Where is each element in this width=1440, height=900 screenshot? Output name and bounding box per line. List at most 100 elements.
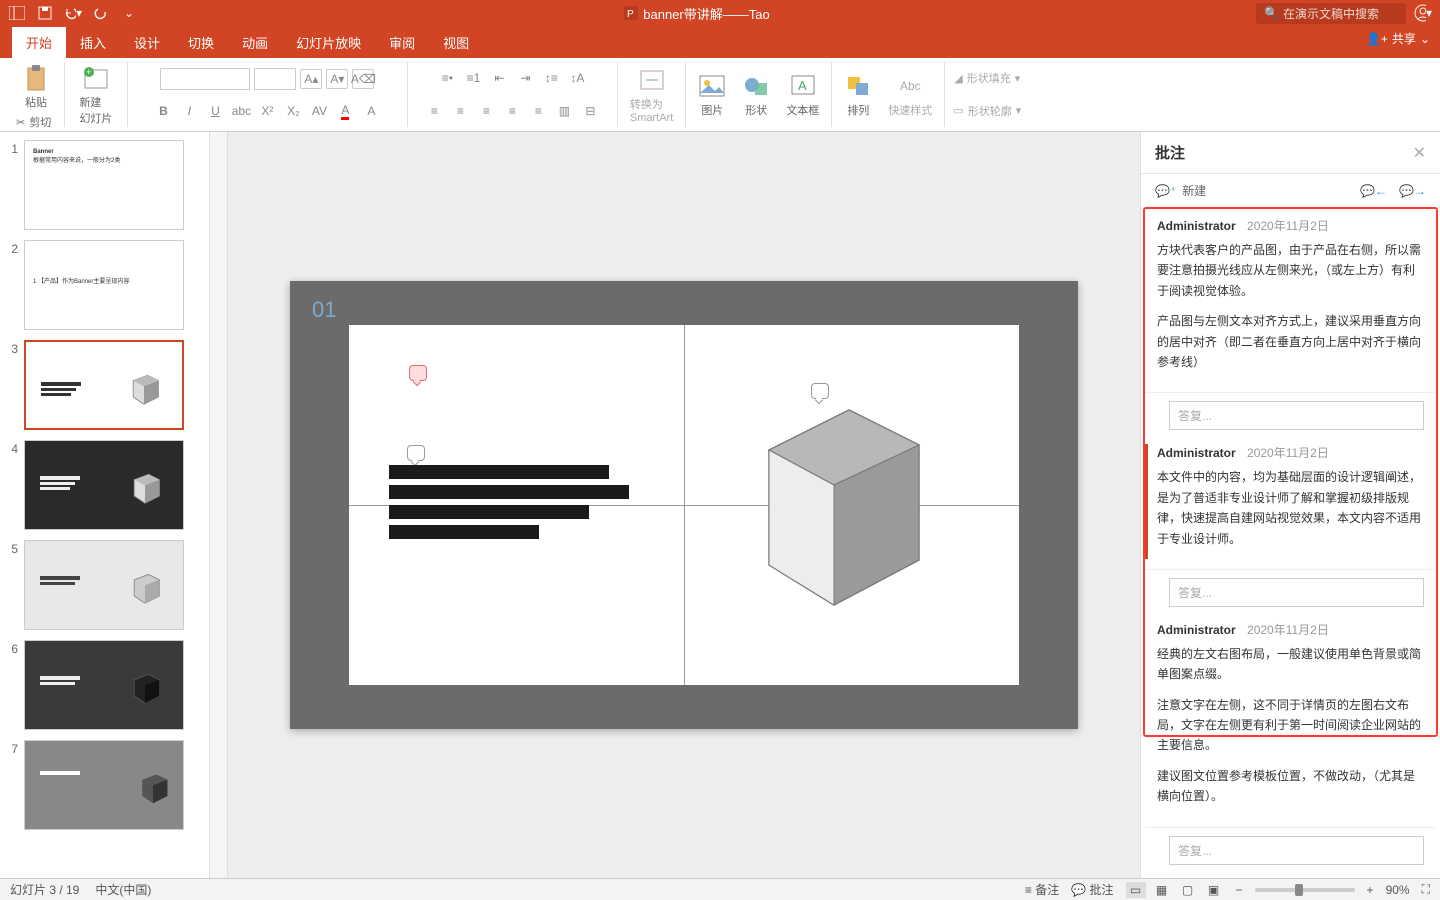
title-bar: ▾ ⌄ P banner带讲解——Tao 🔍 在演示文稿中搜索 ▾ [0,0,1440,26]
increase-indent-icon[interactable]: ⇥ [514,68,536,88]
fill-icon: ◢ [954,72,962,85]
thumbnail-2[interactable]: 21 【产品】作为Banner主要呈现内容 [4,240,205,330]
close-icon[interactable]: ✕ [1413,143,1426,163]
reply-input-2[interactable]: 答复... [1169,578,1424,607]
language-indicator[interactable]: 中文(中国) [95,881,151,898]
superscript-icon[interactable]: X² [256,101,278,121]
vertical-ruler [210,132,228,878]
picture-button[interactable]: 图片 [692,70,732,120]
tab-insert[interactable]: 插入 [66,27,120,58]
zoom-out-icon[interactable]: − [1236,883,1243,897]
slide-canvas[interactable]: 01 [228,132,1140,878]
current-slide: 01 [294,285,1074,725]
comments-toggle[interactable]: 💬 批注 [1071,881,1113,898]
user-profile-icon[interactable]: ▾ [1414,4,1432,22]
reply-input-3[interactable]: 答复... [1169,836,1424,865]
save-icon[interactable] [36,4,54,22]
slideshow-view-icon[interactable]: ▣ [1204,882,1224,898]
strikethrough-icon[interactable]: abc [230,101,252,121]
font-size-selector[interactable] [254,68,296,90]
align-left-icon[interactable]: ≡ [423,101,445,121]
clear-format-icon[interactable]: A⌫ [352,69,374,89]
cut-button[interactable]: ✂剪切 [14,112,58,132]
comment-marker-1[interactable] [409,365,427,381]
tab-transition[interactable]: 切换 [174,27,228,58]
new-slide-icon: + [82,64,110,92]
highlight-icon[interactable]: A [360,101,382,121]
align-center-icon[interactable]: ≡ [449,101,471,121]
thumbnail-4[interactable]: 4 [4,440,205,530]
zoom-in-icon[interactable]: + [1367,883,1374,897]
reply-input-1[interactable]: 答复... [1169,401,1424,430]
thumbnail-3[interactable]: 3 [4,340,205,430]
smartart-button[interactable]: 转换为 SmartArt [624,64,679,126]
reading-view-icon[interactable]: ▢ [1178,882,1198,898]
thumbnails-panel[interactable]: 1Banner根据常用内容来说，一般分为2类 21 【产品】作为Banner主要… [0,132,210,878]
font-family-selector[interactable] [160,68,250,90]
tab-design[interactable]: 设计 [120,27,174,58]
textbox-button[interactable]: A文本框 [780,70,825,120]
thumbnail-5[interactable]: 5 [4,540,205,630]
redo-icon[interactable] [92,4,110,22]
normal-view-icon[interactable]: ▭ [1126,882,1146,898]
fit-window-icon[interactable]: ⛶ [1422,882,1430,897]
tab-animation[interactable]: 动画 [228,27,282,58]
share-button[interactable]: 👤+ 共享 ⌄ [1366,30,1430,47]
sorter-view-icon[interactable]: ▦ [1152,882,1172,898]
subscript-icon[interactable]: X₂ [282,101,304,121]
comment-item-1[interactable]: Administrator 2020年11月2日 方块代表客户的产品图，由于产品… [1145,207,1436,393]
font-color-icon[interactable]: A [334,101,356,121]
columns-icon[interactable]: ▥ [553,101,575,121]
search-placeholder: 在演示文稿中搜索 [1283,5,1379,22]
next-comment-icon[interactable]: 💬→ [1399,184,1426,198]
text-direction-icon[interactable]: ↕A [566,68,588,88]
notes-toggle[interactable]: ≡ 备注 [1025,881,1059,898]
italic-icon[interactable]: I [178,101,200,121]
slide-cube-graphic[interactable] [739,390,939,620]
prev-comment-icon[interactable]: 💬← [1360,184,1387,198]
clipboard-icon [22,64,50,92]
thumbnail-1[interactable]: 1Banner根据常用内容来说，一般分为2类 [4,140,205,230]
justify-icon[interactable]: ≡ [501,101,523,121]
tab-slideshow[interactable]: 幻灯片放映 [282,27,375,58]
comment-marker-2[interactable] [407,445,425,461]
shapes-button[interactable]: 形状 [736,70,776,120]
quick-style-icon: Abc [896,72,924,100]
ribbon-toolbar: 粘贴 ✂剪切 ⧉复制 🖌格式 + 新建 幻灯片 ▦版式▾ ↻重置 ☰节▾ A▴ … [0,58,1440,132]
tab-review[interactable]: 审阅 [375,27,429,58]
arrange-button[interactable]: 排列 [838,70,878,120]
thumbnail-7[interactable]: 7 [4,740,205,830]
new-slide-button[interactable]: + 新建 幻灯片 [73,62,118,128]
comment-item-2[interactable]: Administrator 2020年11月2日 本文件中的内容，均为基础层面的… [1145,434,1436,570]
quick-style-button[interactable]: Abc快速样式 [882,70,938,120]
layout-menu-icon[interactable] [8,4,26,22]
char-spacing-icon[interactable]: AV [308,101,330,121]
align-right-icon[interactable]: ≡ [475,101,497,121]
shape-outline-button[interactable]: ▭形状轮廓▾ [951,101,1023,121]
numbering-icon[interactable]: ≡1 [462,68,484,88]
qat-more-icon[interactable]: ⌄ [120,4,138,22]
comment-item-3[interactable]: Administrator 2020年11月2日 经典的左文右图布局，一般建议使… [1145,611,1436,828]
bold-icon[interactable]: B [152,101,174,121]
search-input[interactable]: 🔍 在演示文稿中搜索 [1256,3,1406,24]
thumbnail-6[interactable]: 6 [4,640,205,730]
line-spacing-icon[interactable]: ↕≡ [540,68,562,88]
decrease-indent-icon[interactable]: ⇤ [488,68,510,88]
shape-fill-button[interactable]: ◢形状填充▾ [952,68,1022,88]
slide-text-placeholder[interactable] [389,465,629,545]
zoom-level[interactable]: 90% [1386,883,1410,897]
new-comment-button[interactable]: 💬⁺ 新建 [1155,182,1206,199]
tab-view[interactable]: 视图 [429,27,483,58]
undo-icon[interactable]: ▾ [64,4,82,22]
zoom-slider[interactable] [1255,888,1355,892]
slide-counter[interactable]: 幻灯片 3 / 19 [10,881,79,898]
tab-home[interactable]: 开始 [12,27,66,58]
bullets-icon[interactable]: ≡• [436,68,458,88]
distribute-icon[interactable]: ≡ [527,101,549,121]
paste-button[interactable]: 粘贴 [16,62,56,112]
underline-icon[interactable]: U [204,101,226,121]
svg-text:P: P [627,9,634,20]
increase-font-icon[interactable]: A▴ [300,69,322,89]
decrease-font-icon[interactable]: A▾ [326,69,348,89]
align-text-icon[interactable]: ⊟ [579,101,601,121]
